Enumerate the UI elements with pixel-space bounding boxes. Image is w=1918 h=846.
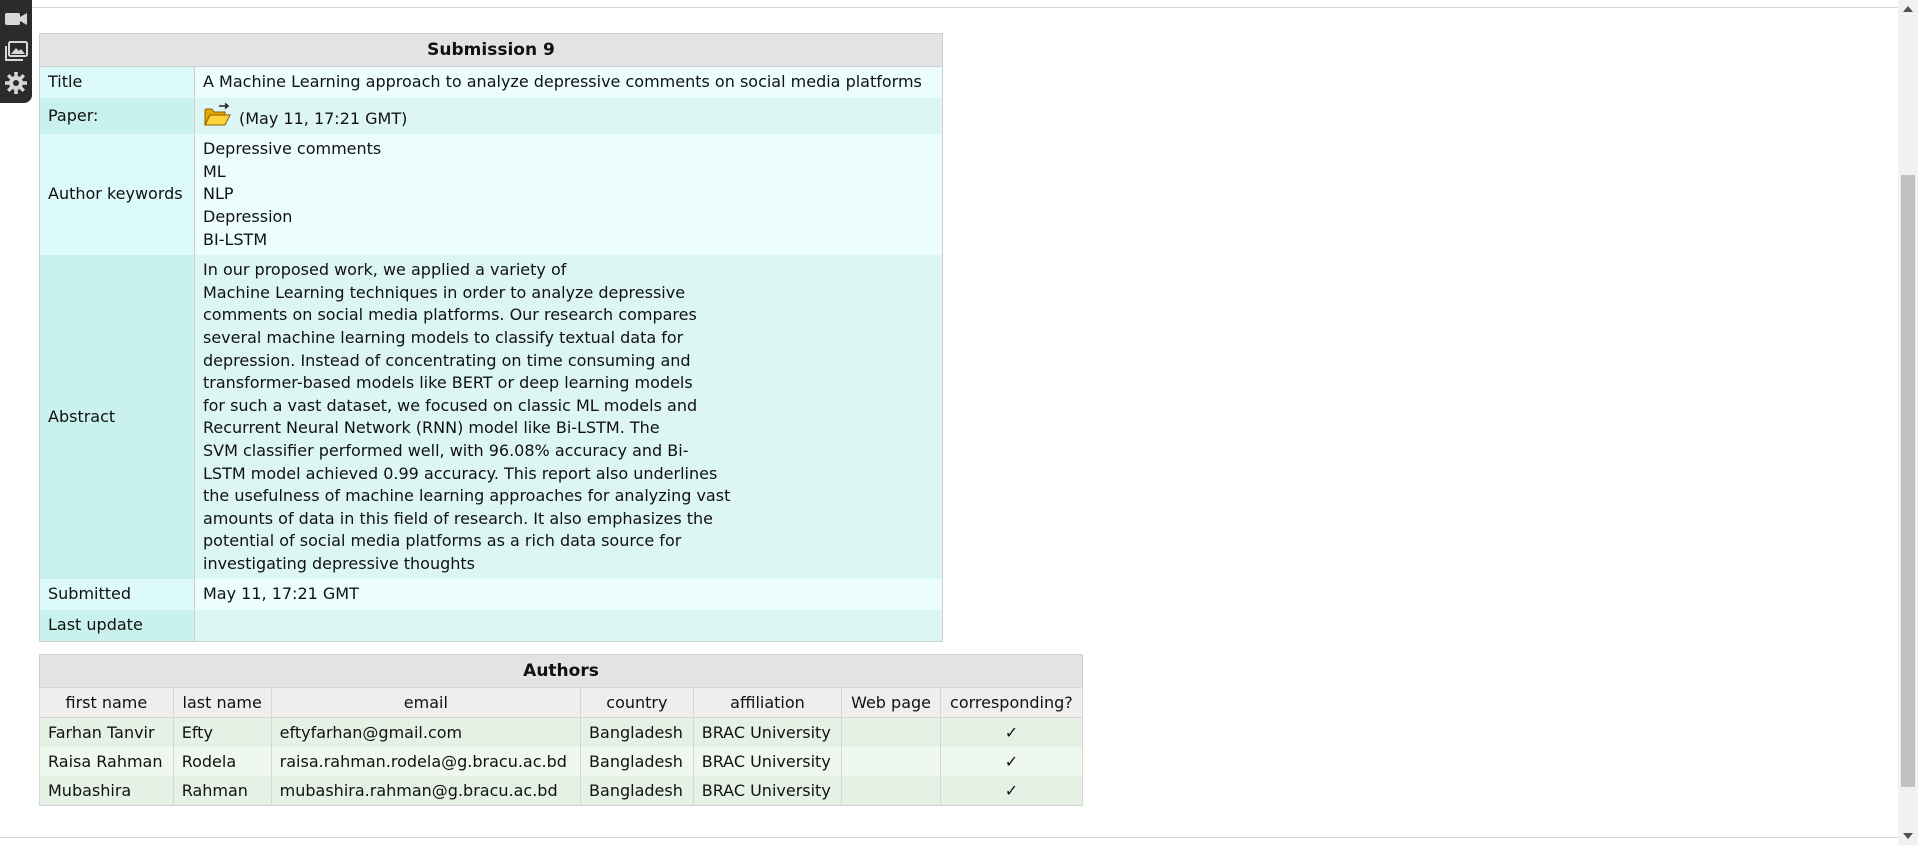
- gear-icon[interactable]: [3, 70, 29, 96]
- author-country: Bangladesh: [580, 747, 694, 776]
- abstract-line: investigating depressive thoughts: [203, 553, 476, 573]
- abstract-text: In our proposed work, we applied a varie…: [194, 255, 943, 580]
- scrollbar-thumb[interactable]: [1901, 175, 1915, 787]
- title-label: Title: [39, 66, 195, 98]
- author-web-page: [841, 747, 941, 776]
- keywords-row: Author keywords Depressive comments ML N…: [39, 134, 943, 256]
- author-first-name: Farhan Tanvir: [39, 717, 174, 747]
- paper-cell: (May 11, 17:21 GMT): [194, 97, 943, 135]
- submitted-row: Submitted May 11, 17:21 GMT: [39, 579, 943, 611]
- abstract-line: the usefulness of machine learning appro…: [203, 486, 731, 506]
- scroll-up-arrow-icon[interactable]: [1903, 6, 1913, 12]
- submission-table: Submission 9 Title A Machine Learning ap…: [39, 33, 943, 642]
- author-last-name: Rodela: [172, 747, 272, 776]
- column-header: first name: [39, 687, 174, 718]
- paper-row: Paper: (May 11, 17:21 GMT): [39, 97, 943, 135]
- submitted-value: May 11, 17:21 GMT: [194, 579, 943, 611]
- title-row: Title A Machine Learning approach to ana…: [39, 66, 943, 98]
- open-folder-icon[interactable]: [203, 102, 231, 128]
- abstract-line: for such a vast dataset, we focused on c…: [203, 395, 698, 415]
- abstract-line: several machine learning models to class…: [203, 327, 684, 347]
- author-web-page: [841, 776, 941, 806]
- abstract-line: Machine Learning techniques in order to …: [203, 282, 686, 302]
- column-header: email: [270, 687, 582, 718]
- corresponding-check-icon: ✓: [939, 776, 1084, 806]
- abstract-line: depression. Instead of concentrating on …: [203, 350, 691, 370]
- column-header: country: [580, 687, 694, 718]
- last-update-row: Last update: [39, 610, 943, 642]
- authors-heading: Authors: [39, 654, 1083, 688]
- abstract-line: potential of social media platforms as a…: [203, 531, 682, 551]
- author-affiliation: BRAC University: [692, 776, 843, 806]
- column-header: Web page: [841, 687, 941, 718]
- author-country: Bangladesh: [580, 776, 694, 806]
- abstract-line: SVM classifier performed well, with 96.0…: [203, 440, 689, 460]
- table-row: Raisa Rahman Rodela raisa.rahman.rodela@…: [39, 747, 1084, 776]
- vertical-scrollbar[interactable]: [1898, 0, 1918, 845]
- corresponding-check-icon: ✓: [939, 747, 1084, 776]
- column-header: affiliation: [692, 687, 843, 718]
- abstract-line: transformer-based models like BERT or de…: [203, 373, 693, 393]
- title-value: A Machine Learning approach to analyze d…: [194, 66, 943, 98]
- author-email: eftyfarhan@gmail.com: [270, 717, 582, 747]
- author-first-name: Raisa Rahman: [39, 747, 174, 776]
- abstract-line: Recurrent Neural Network (RNN) model lik…: [203, 418, 660, 438]
- keyword: ML: [203, 161, 226, 181]
- author-email: mubashira.rahman@g.bracu.ac.bd: [270, 776, 582, 806]
- paper-date: (May 11, 17:21 GMT): [239, 108, 408, 128]
- abstract-line: In our proposed work, we applied a varie…: [203, 260, 567, 280]
- author-last-name: Efty: [172, 717, 272, 747]
- image-gallery-icon[interactable]: [3, 38, 29, 64]
- submission-heading: Submission 9: [39, 33, 943, 67]
- last-update-value: [194, 610, 943, 642]
- scroll-down-arrow-icon[interactable]: [1903, 833, 1913, 839]
- authors-column-headers: first name last name email country affil…: [39, 687, 1084, 718]
- author-email: raisa.rahman.rodela@g.bracu.ac.bd: [270, 747, 582, 776]
- abstract-row: Abstract In our proposed work, we applie…: [39, 255, 943, 580]
- column-header: corresponding?: [939, 687, 1084, 718]
- top-border: [0, 0, 1898, 8]
- keyword: Depressive comments: [203, 139, 382, 159]
- author-country: Bangladesh: [580, 717, 694, 747]
- author-last-name: Rahman: [172, 776, 272, 806]
- authors-table: Authors first name last name email count…: [39, 654, 1084, 806]
- floating-toolbar: [0, 0, 32, 103]
- keyword: NLP: [203, 184, 234, 204]
- corresponding-check-icon: ✓: [939, 717, 1084, 747]
- keyword: BI-LSTM: [203, 229, 268, 249]
- keywords-label: Author keywords: [39, 134, 195, 256]
- author-affiliation: BRAC University: [692, 717, 843, 747]
- video-camera-icon[interactable]: [3, 6, 29, 32]
- author-web-page: [841, 717, 941, 747]
- keywords-list: Depressive comments ML NLP Depression BI…: [194, 134, 943, 256]
- column-header: last name: [172, 687, 272, 718]
- abstract-line: amounts of data in this field of researc…: [203, 508, 714, 528]
- table-row: Mubashira Rahman mubashira.rahman@g.brac…: [39, 776, 1084, 806]
- abstract-label: Abstract: [39, 255, 195, 580]
- table-row: Farhan Tanvir Efty eftyfarhan@gmail.com …: [39, 717, 1084, 747]
- author-first-name: Mubashira: [39, 776, 174, 806]
- author-affiliation: BRAC University: [692, 747, 843, 776]
- abstract-line: LSTM model achieved 0.99 accuracy. This …: [203, 463, 718, 483]
- last-update-label: Last update: [39, 610, 195, 642]
- keyword: Depression: [203, 206, 293, 226]
- abstract-line: comments on social media platforms. Our …: [203, 305, 697, 325]
- submitted-label: Submitted: [39, 579, 195, 611]
- paper-label: Paper:: [39, 97, 195, 135]
